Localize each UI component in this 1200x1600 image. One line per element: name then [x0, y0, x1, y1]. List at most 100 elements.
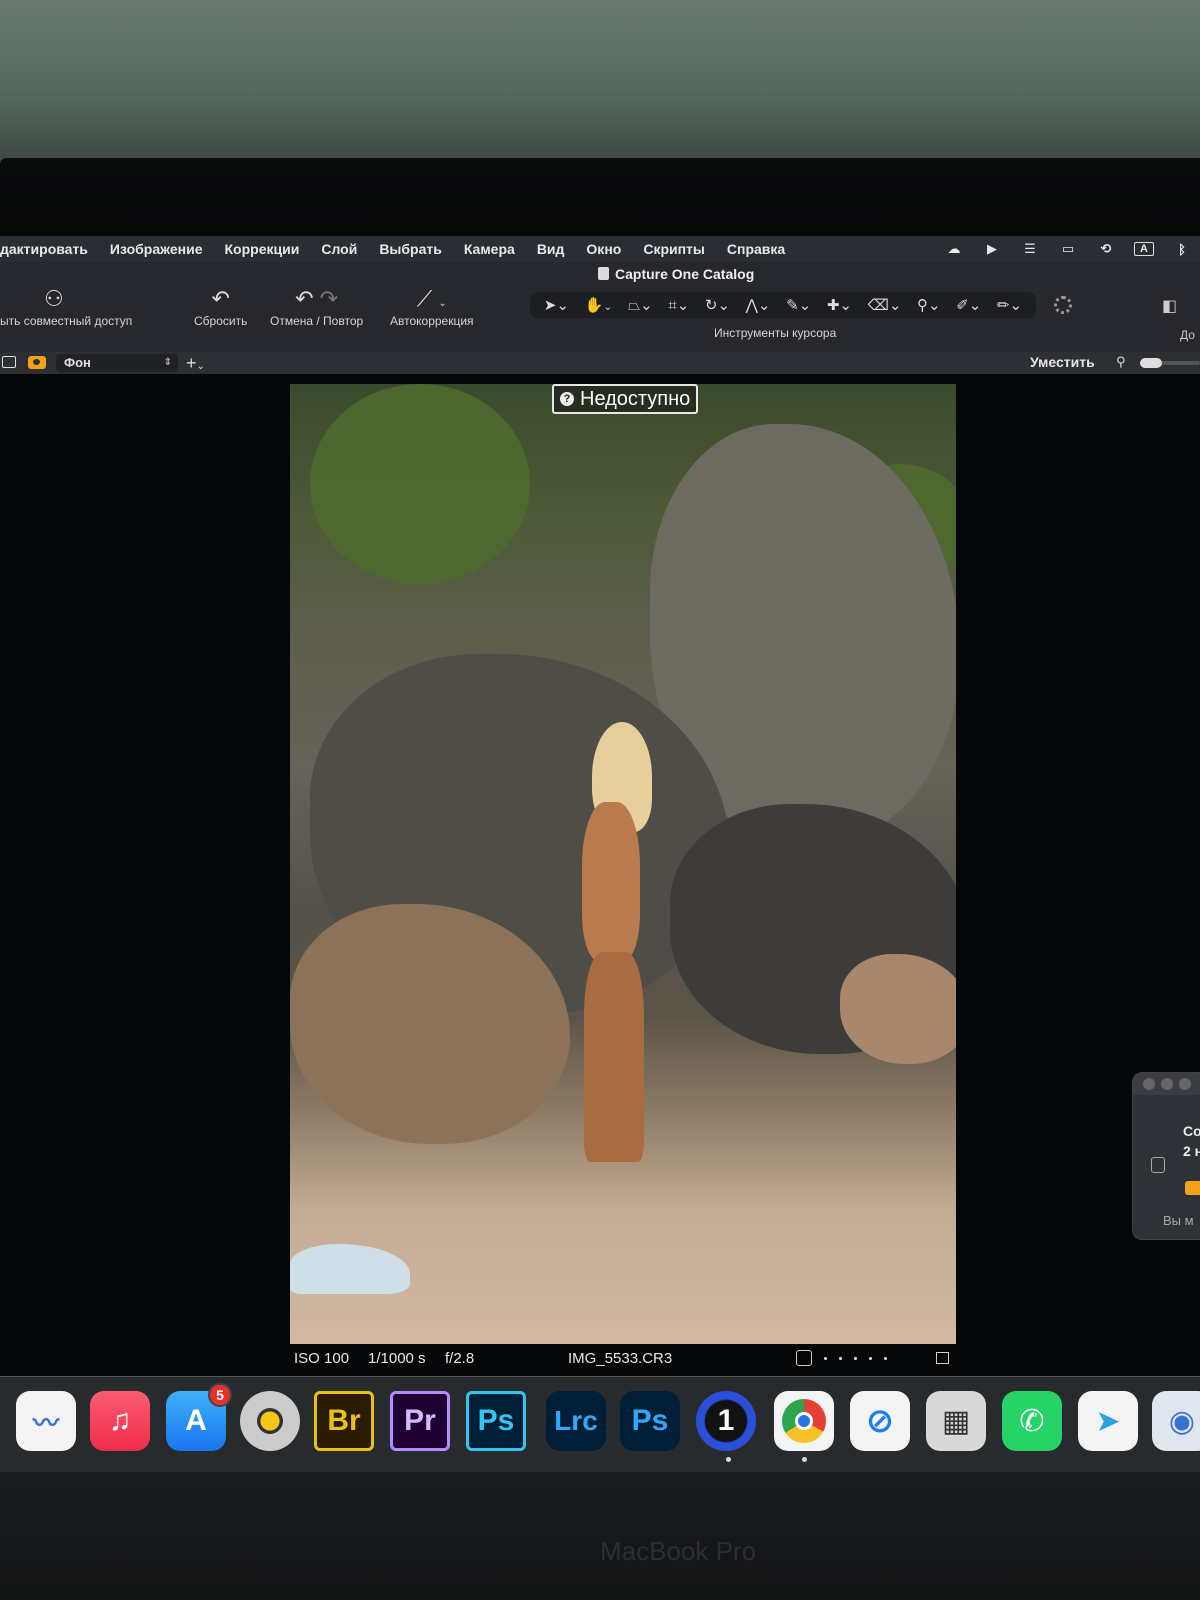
creative-cloud-icon[interactable]: ☁ — [944, 241, 964, 256]
premiere-app-icon[interactable]: Pr — [390, 1391, 450, 1451]
zoom-slider[interactable] — [1140, 358, 1200, 368]
capture-one-app-icon[interactable]: 1 — [696, 1391, 756, 1451]
stack-icon[interactable]: ☰ — [1020, 241, 1040, 256]
select-arrow-icon[interactable]: ➤⌄ — [544, 296, 569, 314]
eraser-icon[interactable]: ⌫⌄ — [868, 296, 902, 314]
share-button[interactable]: ⚇ ыть совместный доступ — [0, 284, 132, 328]
chrome-app-icon[interactable] — [774, 1391, 834, 1451]
preview-app-icon[interactable]: ◉ — [1152, 1391, 1200, 1451]
compare-icon[interactable]: ◧ — [1162, 296, 1177, 316]
whatsapp-app-icon[interactable]: ✆ — [1002, 1391, 1062, 1451]
photo-subject — [574, 722, 652, 1162]
lightroom-classic-app-icon[interactable]: Lrc — [546, 1391, 606, 1451]
menu-view[interactable]: Вид — [537, 241, 565, 257]
rating-dot[interactable] — [884, 1356, 887, 1360]
input-source-icon[interactable]: A — [1134, 242, 1154, 256]
photoshop-second-app-icon[interactable]: Ps — [620, 1391, 680, 1451]
bridge-app-icon[interactable]: Br — [314, 1391, 374, 1451]
fit-label[interactable]: Уместить — [1030, 354, 1095, 370]
menu-window[interactable]: Окно — [586, 241, 621, 257]
settings-gear-icon[interactable] — [240, 1391, 300, 1451]
background-wall — [0, 0, 1200, 170]
layer-select[interactable]: Фон ⇕ — [56, 354, 178, 372]
brush-icon[interactable]: ✎⌄ — [786, 296, 811, 314]
image-info-strip: ISO 100 1/1000 s f/2.8 IMG_5533.CR3 — [0, 1348, 1200, 1370]
notification-text: Вы м — [1163, 1213, 1194, 1228]
menu-bar: дактировать Изображение Коррекции Слой В… — [0, 236, 1200, 262]
metadata-icon[interactable] — [936, 1352, 949, 1364]
aperture-value: f/2.8 — [445, 1350, 475, 1367]
menu-help[interactable]: Справка — [727, 241, 785, 257]
time-machine-icon[interactable]: ⟲ — [1096, 241, 1116, 256]
app-store-icon[interactable]: A 5 — [166, 1383, 232, 1451]
play-icon[interactable]: ▶ — [982, 241, 1002, 256]
window-dot-icon[interactable] — [1179, 1078, 1191, 1090]
share-label: ыть совместный доступ — [0, 314, 133, 328]
image-capture-app-icon[interactable]: ▦ — [926, 1391, 986, 1451]
filename: IMG_5533.CR3 — [568, 1350, 673, 1367]
iso-value: ISO 100 — [294, 1350, 350, 1367]
menu-layer[interactable]: Слой — [321, 241, 357, 257]
rating-dot[interactable] — [869, 1356, 872, 1360]
keystone-icon[interactable]: ⏢⌄ — [628, 296, 653, 314]
notification-panel[interactable]: Co 2 н Вы м — [1132, 1072, 1200, 1240]
notification-title: Co — [1183, 1123, 1200, 1139]
layer-row: Фон ⇕ +⌄ Уместить ⚲ — [0, 352, 1200, 374]
heal-icon[interactable]: ✚⌄ — [827, 296, 852, 314]
crop-icon[interactable]: ⌗⌄ — [668, 296, 689, 314]
reset-label: Сбросить — [194, 314, 248, 328]
rating-dots[interactable] — [796, 1350, 887, 1366]
window-dot-icon[interactable] — [1161, 1078, 1173, 1090]
photo-subject-torso — [582, 802, 640, 962]
picker-icon[interactable]: ⚲⌄ — [917, 296, 941, 314]
menu-edit[interactable]: дактировать — [0, 241, 88, 257]
rotate-icon[interactable]: ↻⌄ — [705, 296, 730, 314]
safari-app-icon[interactable]: ⊘ — [850, 1391, 910, 1451]
undo-redo-button[interactable]: ↶ ↷ Отмена / Повтор — [270, 284, 363, 328]
straighten-icon[interactable]: ⋀⌄ — [746, 296, 771, 314]
undo-redo-icon: ↶ ↷ — [295, 286, 339, 311]
before-label: До — [1180, 328, 1195, 342]
select-checkbox[interactable] — [796, 1350, 812, 1366]
toolbar: Capture One Catalog ⚇ ыть совместный дос… — [0, 262, 1200, 352]
music-app-icon[interactable]: ♫ — [90, 1391, 150, 1451]
window-dot-icon[interactable] — [1143, 1078, 1155, 1090]
status-overlay: ? Недоступно — [552, 384, 699, 414]
menu-scripts[interactable]: Скрипты — [643, 241, 705, 257]
notification-action-button[interactable] — [1185, 1181, 1200, 1195]
bluetooth-icon[interactable]: ᛒ — [1172, 242, 1192, 257]
menu-select[interactable]: Выбрать — [379, 241, 442, 257]
layer-visibility-icon[interactable] — [28, 356, 46, 369]
layer-mask-icon[interactable] — [2, 356, 16, 368]
reset-button[interactable]: ↶ Сбросить — [194, 284, 247, 328]
rating-dot[interactable] — [824, 1356, 827, 1360]
freeform-app-icon[interactable]: 〰 — [16, 1391, 76, 1451]
dock: 〰 ♫ A 5 Br Pr Ps Lrc Ps 1 ⊘ ▦ ✆ ➤ ◉ — [0, 1376, 1200, 1472]
display-icon[interactable]: ▭ — [1058, 241, 1078, 256]
layer-select-value: Фон — [64, 355, 91, 370]
menu-camera[interactable]: Камера — [464, 241, 515, 257]
notification-titlebar — [1133, 1073, 1200, 1095]
shutter-value: 1/1000 s — [368, 1350, 426, 1367]
hand-icon[interactable]: ✋⌄ — [585, 296, 613, 314]
telegram-app-icon[interactable]: ➤ — [1078, 1391, 1138, 1451]
menu-bar-tray: ☁ ▶ ☰ ▭ ⟲ A ᛒ — [944, 236, 1192, 262]
autocorrect-button[interactable]: ⟋ ⌄ Автокоррекция — [390, 284, 474, 328]
notification-checkbox[interactable] — [1151, 1157, 1165, 1173]
annotate-icon[interactable]: ✐⌄ — [956, 296, 981, 314]
menu-adjustments[interactable]: Коррекции — [225, 241, 300, 257]
photo-foliage — [310, 384, 530, 584]
photo-preview[interactable] — [290, 384, 956, 1344]
share-icon: ⚇ — [44, 286, 64, 311]
rating-dot[interactable] — [854, 1356, 857, 1360]
pencil-icon[interactable]: ✏⌄ — [997, 296, 1022, 314]
notification-subtitle: 2 н — [1183, 1143, 1200, 1159]
window-title: Capture One Catalog — [598, 266, 754, 282]
photoshop-app-icon[interactable]: Ps — [466, 1391, 526, 1451]
photo-subject-legs — [584, 952, 644, 1162]
zoom-slider-knob[interactable] — [1140, 358, 1162, 368]
loading-spinner-icon — [1054, 296, 1072, 314]
menu-image[interactable]: Изображение — [110, 241, 203, 257]
device-brand: MacBook Pro — [600, 1536, 757, 1566]
rating-dot[interactable] — [839, 1356, 842, 1360]
